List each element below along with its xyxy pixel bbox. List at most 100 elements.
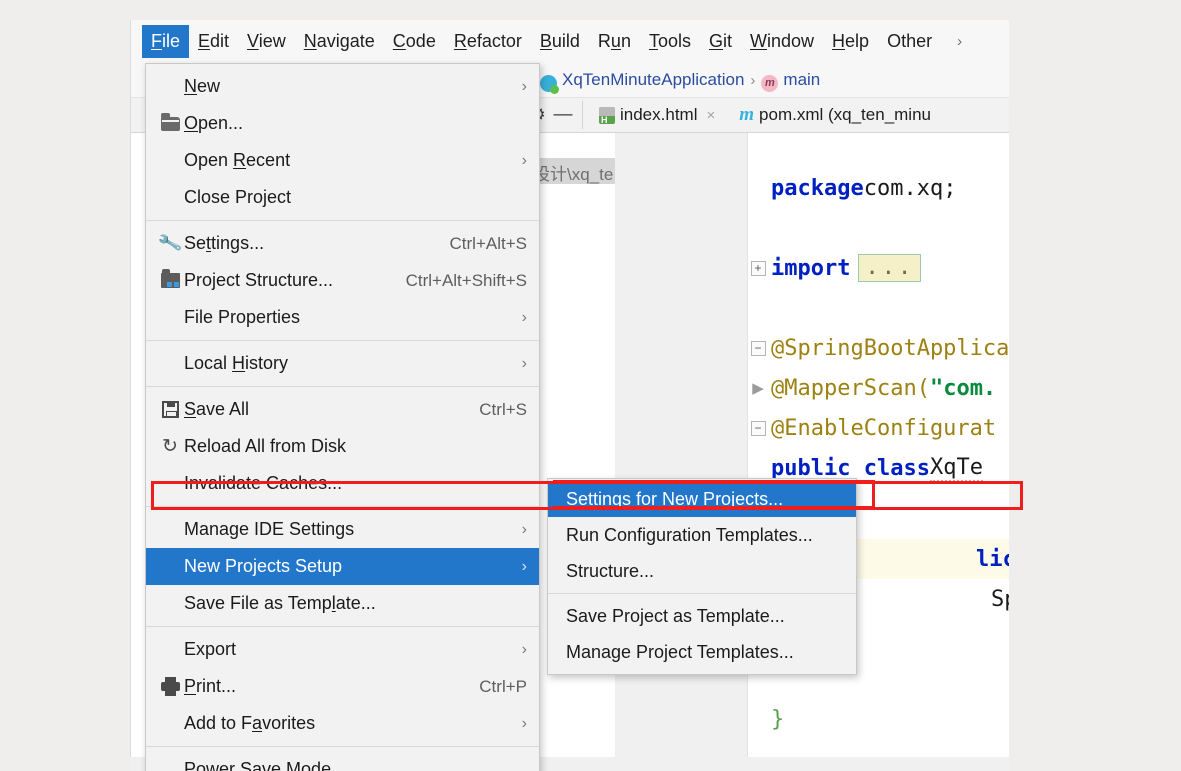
folder-open-icon xyxy=(156,112,184,131)
menu-item-new-projects-setup[interactable]: New Projects Setup › xyxy=(146,548,539,585)
chevron-right-icon: › xyxy=(521,77,527,95)
menu-item-label: Run Configuration Templates... xyxy=(566,524,813,545)
menu-item-label: Open Recent xyxy=(184,150,291,170)
chevron-right-icon: › xyxy=(521,520,527,538)
maven-file-icon: m xyxy=(739,104,755,125)
fold-expand-icon[interactable]: + xyxy=(748,248,768,288)
code-line: lic static xyxy=(976,546,1009,572)
chevron-right-icon: › xyxy=(521,308,527,326)
menu-item-accelerator: Ctrl+P xyxy=(479,676,527,696)
menu-item-manage-ide-settings[interactable]: Manage IDE Settings › xyxy=(146,511,539,548)
fold-collapse-icon[interactable]: − xyxy=(748,328,768,368)
submenu-item-structure[interactable]: Structure... xyxy=(548,553,856,589)
menu-file[interactable]: File xyxy=(142,25,190,58)
menu-item-open-recent[interactable]: Open Recent › xyxy=(146,142,539,179)
breadcrumb-separator: › xyxy=(750,71,756,89)
tab-index-html[interactable]: index.html × xyxy=(593,103,721,127)
menu-item-label: Save Project as Template... xyxy=(566,605,785,626)
menu-refactor[interactable]: Refactor xyxy=(445,25,531,58)
menu-tools[interactable]: Tools xyxy=(640,25,700,58)
java-method-icon: m xyxy=(761,74,779,92)
menu-window[interactable]: Window xyxy=(741,25,823,58)
menu-code[interactable]: Code xyxy=(384,25,445,58)
menu-separator xyxy=(146,506,539,507)
menu-item-label: New Projects Setup xyxy=(184,556,343,576)
menu-item-label: File Properties xyxy=(184,307,301,327)
editor-gutter[interactable] xyxy=(615,133,748,771)
code-line: } xyxy=(771,706,785,732)
html-file-icon xyxy=(599,106,615,125)
menu-run[interactable]: Run xyxy=(589,25,640,58)
close-icon[interactable]: × xyxy=(706,107,715,124)
menu-git[interactable]: Git xyxy=(700,25,741,58)
menu-item-new[interactable]: New › xyxy=(146,68,539,105)
menu-item-label: Open... xyxy=(184,113,244,133)
menu-item-open[interactable]: Open... xyxy=(146,105,539,142)
submenu-item-run-configuration-templates[interactable]: Run Configuration Templates... xyxy=(548,517,856,553)
tab-label: index.html xyxy=(620,105,698,124)
code-line: @MapperScan("com. xyxy=(771,375,997,401)
menu-item-label: Save All xyxy=(184,399,250,419)
minimize-icon[interactable]: — xyxy=(550,103,576,127)
submenu-item-save-project-as-template[interactable]: Save Project as Template... xyxy=(548,598,856,634)
menu-item-label: Structure... xyxy=(566,560,655,581)
code-line: import ... xyxy=(771,248,922,288)
tab-label: pom.xml (xq_ten_minu xyxy=(759,105,931,124)
file-menu-popup[interactable]: New › Open... Open Recent › Close Projec… xyxy=(145,63,540,771)
menu-item-local-history[interactable]: Local History › xyxy=(146,345,539,382)
reload-icon: ↻ xyxy=(162,436,178,457)
breadcrumb-item-class[interactable]: XqTenMinuteApplication xyxy=(562,70,744,90)
menu-item-label: Save File as Template... xyxy=(184,593,376,613)
menu-item-add-to-favorites[interactable]: Add to Favorites › xyxy=(146,705,539,742)
menu-build[interactable]: Build xyxy=(531,25,589,58)
menu-separator xyxy=(146,340,539,341)
menu-item-reload-all-from-disk[interactable]: ↻ Reload All from Disk xyxy=(146,428,539,465)
menu-item-close-project[interactable]: Close Project xyxy=(146,179,539,216)
menu-item-file-properties[interactable]: File Properties › xyxy=(146,299,539,336)
fold-collapse-icon[interactable]: − xyxy=(748,408,768,448)
collapsed-imports-chip[interactable]: ... xyxy=(858,254,922,282)
new-projects-setup-submenu[interactable]: Settings for New Projects... Run Configu… xyxy=(547,478,857,675)
menu-item-accelerator: Ctrl+Alt+S xyxy=(449,233,527,253)
menu-item-label: Print... xyxy=(184,676,237,696)
menu-navigate[interactable]: Navigate xyxy=(295,25,384,58)
menu-item-accelerator: Ctrl+Alt+Shift+S xyxy=(405,270,527,290)
menu-other[interactable]: Other xyxy=(878,25,941,58)
menu-view[interactable]: View xyxy=(238,25,295,58)
menu-item-invalidate-caches[interactable]: Invalidate Caches... xyxy=(146,465,539,502)
menu-item-power-save-mode[interactable]: Power Save Mode xyxy=(146,751,539,771)
menu-separator xyxy=(146,626,539,627)
fold-gutter-arrow-icon[interactable]: ▶ xyxy=(748,368,768,408)
menu-help[interactable]: Help xyxy=(823,25,878,58)
wrench-icon: 🔧 xyxy=(156,230,184,256)
chevron-right-icon: › xyxy=(521,151,527,169)
menu-item-project-structure[interactable]: Project Structure... Ctrl+Alt+Shift+S xyxy=(146,262,539,299)
menu-separator xyxy=(146,220,539,221)
project-path-chip: 设计\xq_te xyxy=(529,158,615,184)
menu-item-export[interactable]: Export › xyxy=(146,631,539,668)
code-line: @EnableConfigurat xyxy=(771,415,997,441)
code-line: @SpringBootApplica xyxy=(771,335,1009,361)
menu-item-label: Settings... xyxy=(184,233,265,253)
menu-overflow-chevron-icon[interactable]: › xyxy=(941,33,968,50)
menu-edit[interactable]: Edit xyxy=(189,25,238,58)
screenshot-root: I. › category › code File Edit View Navi… xyxy=(0,0,1181,771)
menu-separator xyxy=(548,593,856,594)
menu-separator xyxy=(146,746,539,747)
submenu-item-settings-for-new-projects[interactable]: Settings for New Projects... xyxy=(548,481,856,517)
chevron-right-icon: › xyxy=(521,354,527,372)
tab-pom-xml[interactable]: m pom.xml (xq_ten_minu xyxy=(733,102,937,128)
menu-item-label: New xyxy=(184,76,221,96)
menu-item-label: Project Structure... xyxy=(184,270,334,290)
menu-bar: File Edit View Navigate Code Refactor Bu… xyxy=(131,20,1009,63)
java-class-icon xyxy=(540,74,559,94)
menu-item-settings[interactable]: 🔧 Settings... Ctrl+Alt+S xyxy=(146,225,539,262)
menu-item-label: Export xyxy=(184,639,237,659)
submenu-item-manage-project-templates[interactable]: Manage Project Templates... xyxy=(548,634,856,670)
menu-item-save-all[interactable]: Save All Ctrl+S xyxy=(146,391,539,428)
breadcrumb-item-method[interactable]: main xyxy=(783,70,820,90)
code-line: package com.xq; xyxy=(771,175,957,201)
menu-item-label: Close Project xyxy=(184,187,292,207)
menu-item-save-file-as-template[interactable]: Save File as Template... xyxy=(146,585,539,622)
menu-item-print[interactable]: Print... Ctrl+P xyxy=(146,668,539,705)
